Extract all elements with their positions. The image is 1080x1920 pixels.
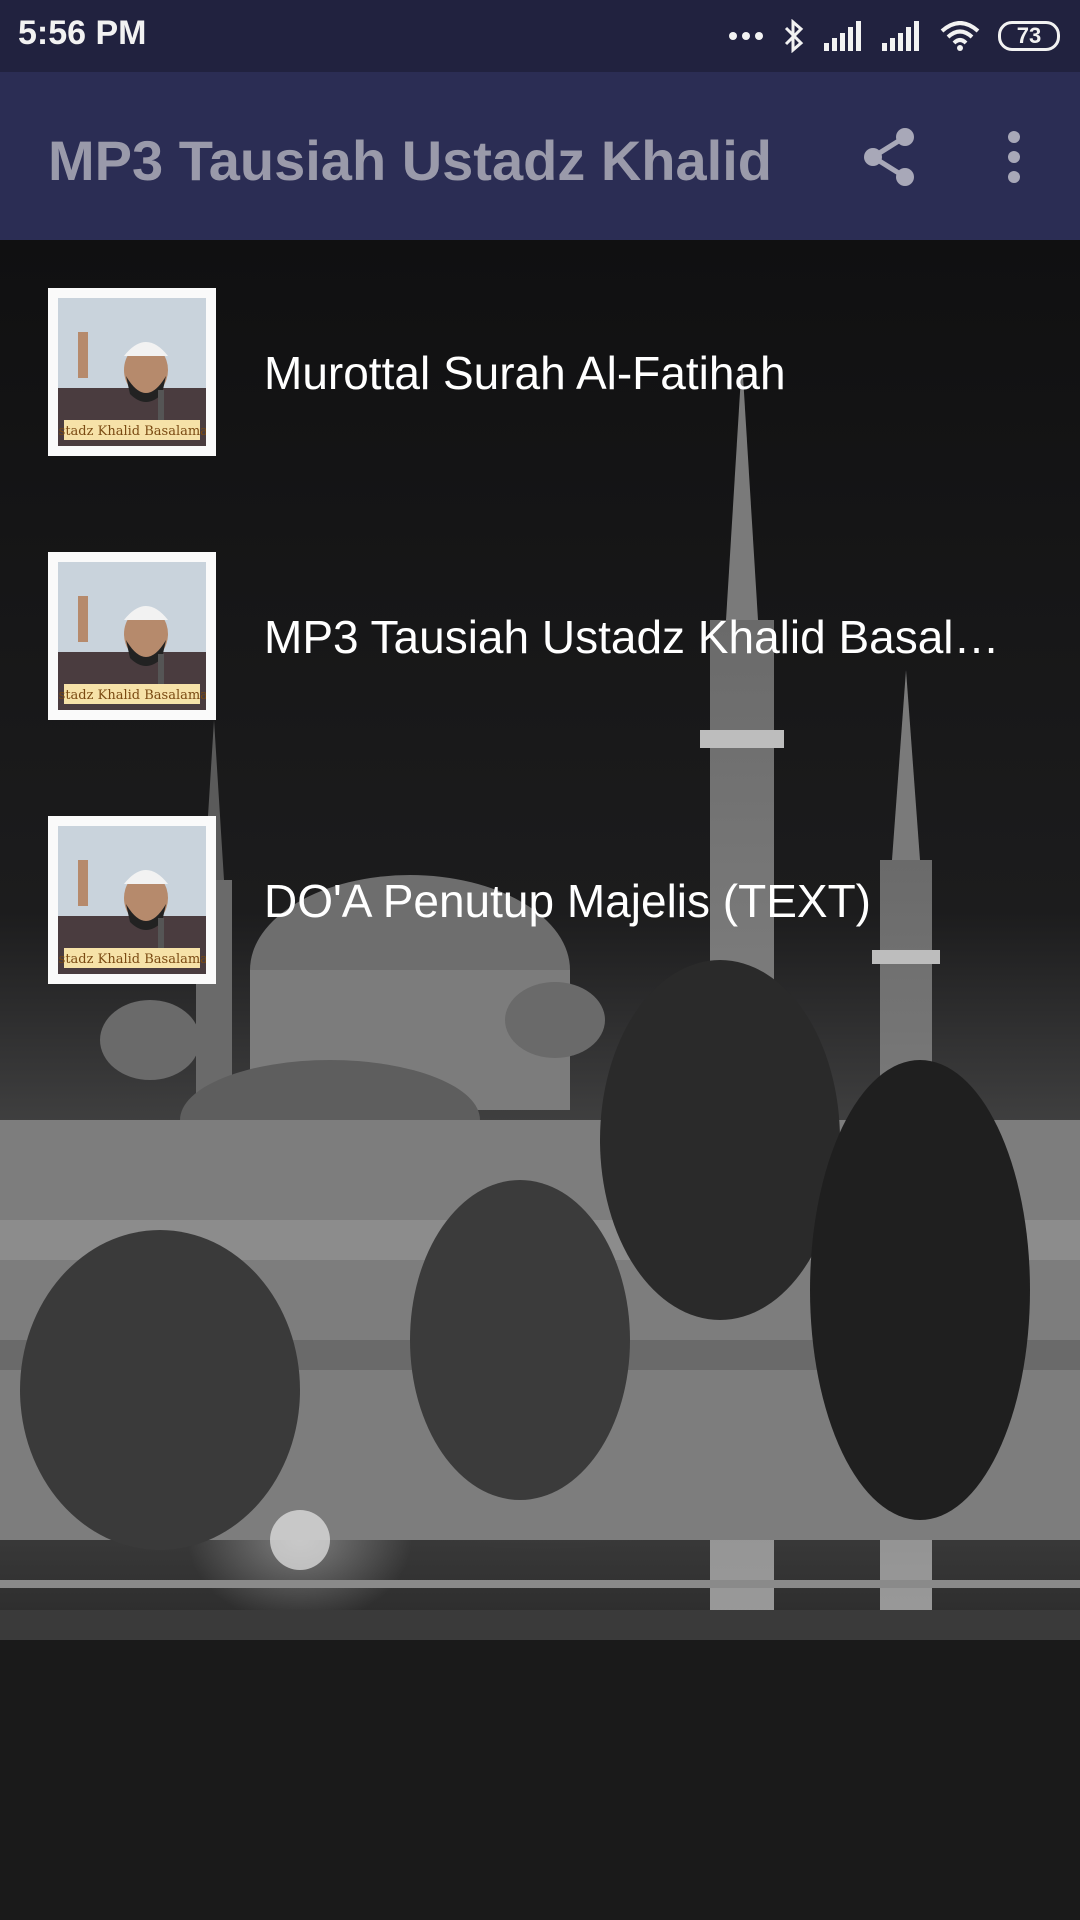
list-item-label: DO'A Penutup Majelis (TEXT)	[264, 875, 871, 927]
app-title: MP3 Tausiah Ustadz Khalid	[48, 129, 772, 192]
share-button[interactable]	[854, 122, 924, 192]
thumbnail-caption: Ustadz Khalid Basalamah	[58, 424, 206, 439]
battery-icon: 73	[998, 21, 1060, 51]
speaker-portrait-icon: Ustadz Khalid Basalamah	[58, 562, 206, 710]
list-item[interactable]: Ustadz Khalid Basalamah Murottal Surah A…	[0, 240, 1080, 504]
list-item-label: MP3 Tausiah Ustadz Khalid Basal…	[264, 611, 1000, 663]
share-icon	[864, 128, 914, 186]
thumbnail-caption: Ustadz Khalid Basalamah	[58, 688, 206, 703]
thumbnail-image: Ustadz Khalid Basalamah	[48, 816, 216, 984]
status-bar: 5:56 PM 73	[0, 0, 1080, 72]
list-item[interactable]: Ustadz Khalid Basalamah MP3 Tausiah Usta…	[0, 504, 1080, 768]
battery-level: 73	[1016, 23, 1042, 48]
thumbnail-caption: Ustadz Khalid Basalamah	[58, 952, 206, 967]
list-item[interactable]: Ustadz Khalid Basalamah DO'A Penutup Maj…	[0, 768, 1080, 1032]
speaker-portrait-icon: Ustadz Khalid Basalamah	[58, 826, 206, 974]
more-dots-icon	[729, 32, 763, 40]
status-icons: 73	[728, 16, 1060, 56]
speaker-portrait-icon: Ustadz Khalid Basalamah	[58, 298, 206, 446]
thumbnail-image: Ustadz Khalid Basalamah	[48, 288, 216, 456]
app-bar: MP3 Tausiah Ustadz Khalid	[0, 72, 1080, 240]
content-area[interactable]: Ustadz Khalid Basalamah Murottal Surah A…	[0, 240, 1080, 1920]
thumbnail-image: Ustadz Khalid Basalamah	[48, 552, 216, 720]
signal-icon	[824, 21, 861, 51]
wifi-icon	[940, 21, 980, 51]
status-time: 5:56 PM	[18, 14, 147, 52]
bluetooth-icon	[784, 19, 804, 53]
list-item-label: Murottal Surah Al-Fatihah	[264, 347, 786, 399]
signal-icon	[882, 21, 919, 51]
overflow-menu-icon	[1008, 131, 1020, 183]
overflow-menu-button[interactable]	[984, 122, 1044, 192]
